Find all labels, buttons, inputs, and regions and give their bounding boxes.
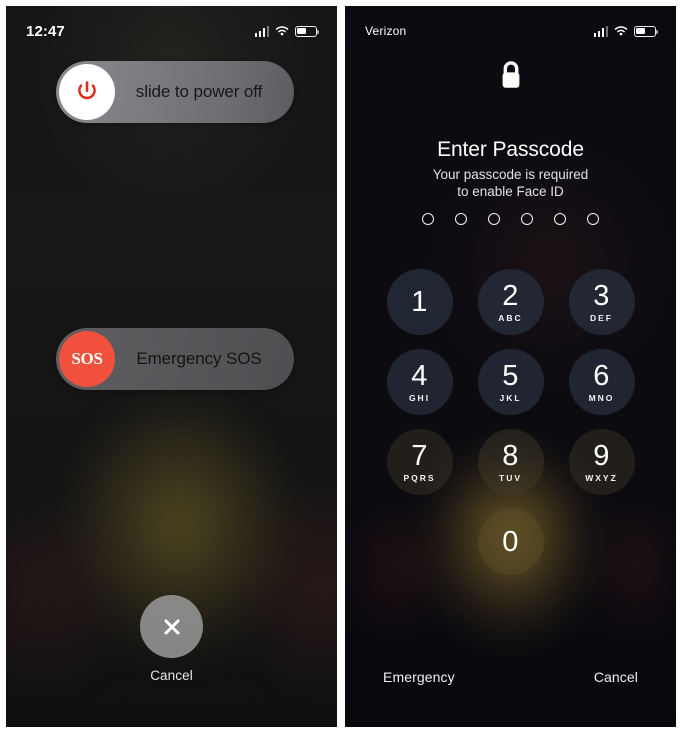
keypad-key-digit: 1 <box>411 285 428 318</box>
passcode-dot <box>521 213 533 225</box>
screenshot-stage: 12:47 slide to power off SOS Emergency S… <box>0 0 680 733</box>
keypad-key-digit: 4 <box>411 359 428 392</box>
cancel-button[interactable]: Cancel <box>6 595 337 683</box>
keypad-key-digit: 5 <box>502 359 519 392</box>
keypad-spacer <box>569 509 635 575</box>
keypad-key-letters: JKL <box>499 392 522 403</box>
battery-icon <box>634 25 659 37</box>
keypad-row: 1 2 ABC 3 DEF <box>386 269 635 335</box>
cancel-button-label: Cancel <box>150 668 193 683</box>
passcode-dot <box>587 213 599 225</box>
lock-closed-icon <box>345 58 676 94</box>
cancel-button[interactable]: Cancel <box>594 669 638 685</box>
keypad-key-7[interactable]: 7 PQRS <box>386 429 453 495</box>
battery-icon <box>295 25 320 37</box>
passcode-subtitle-line1: Your passcode is required <box>432 167 589 182</box>
keypad-key-3[interactable]: 3 DEF <box>568 269 635 335</box>
keypad-key-1[interactable]: 1 <box>386 269 453 335</box>
keypad-key-6[interactable]: 6 MNO <box>568 349 635 415</box>
keypad-key-2[interactable]: 2 ABC <box>477 269 544 335</box>
keypad-key-0[interactable]: 0 <box>477 509 544 575</box>
keypad-key-letters: ABC <box>498 312 523 323</box>
keypad-key-letters: PQRS <box>403 472 436 483</box>
status-bar-right: Verizon <box>345 20 676 42</box>
carrier-name: Verizon <box>365 24 407 38</box>
lock-screen-passcode: Verizon Enter Passcode Your passcode is … <box>345 6 676 727</box>
keypad-key-8[interactable]: 8 TUV <box>477 429 544 495</box>
passcode-subtitle-line2: to enable Face ID <box>457 183 564 199</box>
keypad-key-digit: 7 <box>411 439 428 472</box>
keypad-key-letters: MNO <box>588 392 615 403</box>
keypad-key-digit: 3 <box>593 279 610 312</box>
sos-slider-knob[interactable]: SOS <box>59 331 115 387</box>
cellular-signal-icon <box>254 25 269 37</box>
keypad-key-letters: TUV <box>499 472 522 483</box>
keypad-key-digit: 8 <box>502 439 519 472</box>
keypad-spacer <box>387 509 453 575</box>
status-indicators <box>254 25 320 37</box>
keypad-key-digit: 2 <box>502 279 519 312</box>
passcode-dot <box>455 213 467 225</box>
passcode-subtitle: Your passcode is required to enable Face… <box>345 167 676 200</box>
close-x-icon <box>164 619 179 634</box>
slide-to-power-off-slider[interactable]: slide to power off <box>56 61 294 123</box>
passcode-dot <box>554 213 566 225</box>
passcode-dots <box>345 213 676 225</box>
wifi-icon <box>275 26 289 36</box>
cancel-button-circle[interactable] <box>140 595 203 658</box>
keypad-key-digit: 0 <box>502 525 519 558</box>
keypad-key-digit: 6 <box>593 359 610 392</box>
keypad-key-digit: 9 <box>593 439 610 472</box>
wifi-icon <box>614 26 628 36</box>
page-title: Enter Passcode <box>437 138 584 161</box>
status-bar-left: 12:47 <box>6 20 337 42</box>
keypad-row: 7 PQRS 8 TUV 9 WXYZ <box>386 429 635 495</box>
keypad-key-letters: WXYZ <box>585 472 618 483</box>
emergency-button[interactable]: Emergency <box>383 669 455 685</box>
keypad-row: 0 <box>387 509 635 575</box>
emergency-sos-slider[interactable]: SOS Emergency SOS <box>56 328 294 390</box>
cellular-signal-icon <box>593 25 608 37</box>
keypad-key-5[interactable]: 5 JKL <box>477 349 544 415</box>
keypad-row: 4 GHI 5 JKL 6 MNO <box>386 349 635 415</box>
keypad-key-4[interactable]: 4 GHI <box>386 349 453 415</box>
sos-knob-label: SOS <box>71 349 103 368</box>
status-indicators-right <box>593 25 659 37</box>
passcode-dot <box>488 213 500 225</box>
lock-screen-actions: Emergency Cancel <box>345 669 676 685</box>
power-icon <box>78 81 96 100</box>
keypad-key-letters: DEF <box>590 312 613 323</box>
keypad-key-9[interactable]: 9 WXYZ <box>568 429 635 495</box>
status-time: 12:47 <box>26 22 65 40</box>
keypad-key-letters: GHI <box>408 392 431 403</box>
passcode-dot <box>422 213 434 225</box>
power-off-screen: 12:47 slide to power off SOS Emergency S… <box>6 6 337 727</box>
passcode-keypad: 1 2 ABC 3 DEF 4 GHI 5 JKL 6 MNO 7 PQRS 8… <box>345 269 676 575</box>
power-slider-knob[interactable] <box>59 64 115 120</box>
